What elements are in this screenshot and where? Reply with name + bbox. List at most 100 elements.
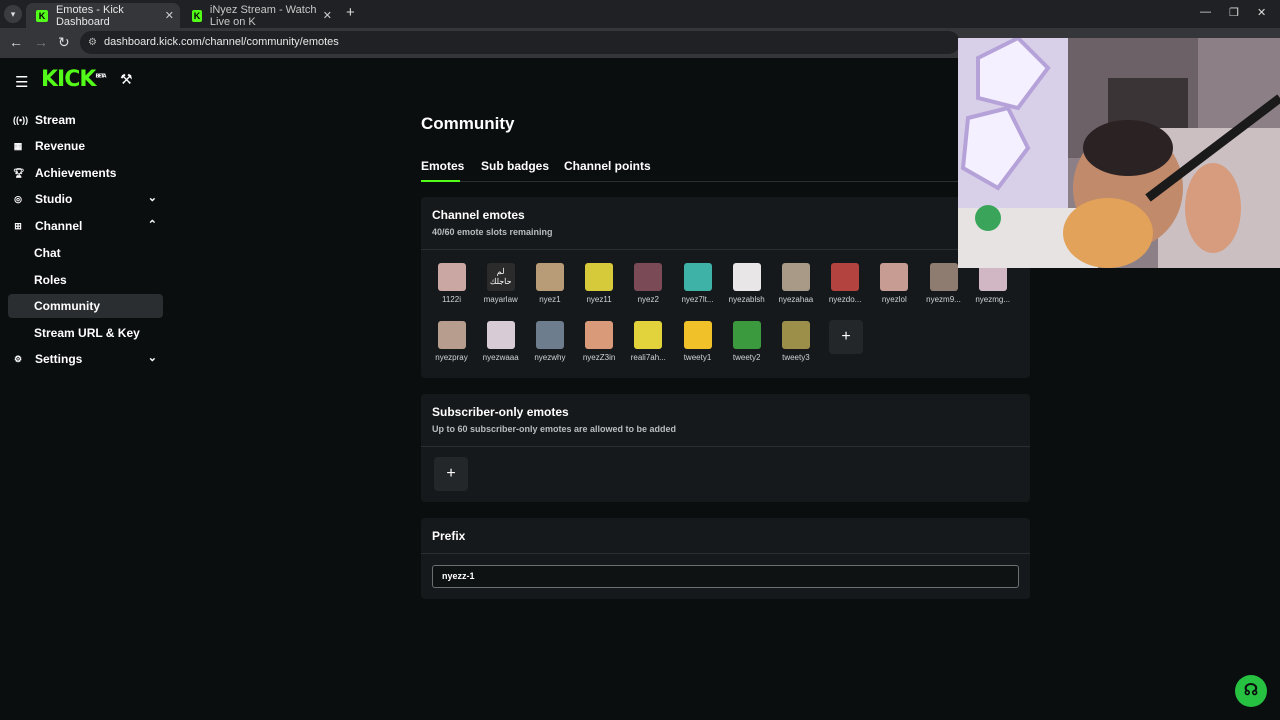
restore-icon[interactable]: ❐ (1229, 6, 1239, 19)
emote-name: tweety1 (683, 353, 712, 362)
emote-image (880, 263, 909, 291)
gear-icon: ⚙ (13, 353, 23, 364)
emote-item[interactable]: nyezdo... (823, 263, 868, 304)
sidebar-item-label: Chat (34, 246, 61, 260)
emote-item[interactable]: nyezablsh (724, 263, 769, 304)
emote-item[interactable]: nyezm9... (921, 263, 966, 304)
kick-favicon-icon: K (192, 9, 202, 22)
add-subscriber-emote-button[interactable]: + (434, 457, 468, 491)
tab-title: iNyez Stream - Watch Live on K (209, 3, 317, 28)
sidebar-item-label: Roles (34, 273, 67, 287)
emote-image (732, 321, 761, 349)
emote-item[interactable]: reali7ah... (626, 321, 671, 362)
emote-name: mayarlaw (483, 295, 518, 304)
emote-item[interactable]: nyezlol (872, 263, 917, 304)
sidebar-item-stream[interactable]: ((•)) Stream (8, 108, 163, 132)
back-icon[interactable]: ← (9, 34, 23, 50)
studio-icon: ◎ (14, 193, 22, 204)
emote-image (585, 321, 614, 349)
minimize-icon[interactable]: — (1200, 6, 1211, 18)
emote-image: لم حاجلك (486, 263, 515, 291)
sidebar-item-channel[interactable]: ⊞ Channel ⌃ (8, 214, 163, 238)
close-tab-icon[interactable]: ✕ (323, 9, 332, 22)
tab-emotes[interactable]: Emotes (421, 159, 464, 173)
reload-icon[interactable]: ↻ (58, 34, 70, 51)
url-field[interactable]: ⚙ dashboard.kick.com/channel/community/e… (80, 31, 960, 54)
browser-tab-inactive[interactable]: K iNyez Stream - Watch Live on K ✕ (182, 3, 338, 28)
emote-item[interactable]: nyez7lt... (675, 263, 720, 304)
emote-image (732, 263, 761, 291)
emote-image (585, 263, 614, 291)
emote-name: nyezpray (435, 353, 468, 362)
emote-item[interactable]: nyezmg... (970, 263, 1015, 304)
tab-sub-badges[interactable]: Sub badges (481, 159, 549, 173)
emote-image (683, 321, 712, 349)
sidebar-item-community[interactable]: Community (8, 294, 163, 318)
emote-item[interactable]: nyezZ3in (577, 321, 622, 362)
prefix-card: Prefix nyezz-1 (421, 518, 1030, 599)
sidebar-item-label: Revenue (35, 139, 86, 153)
emote-name: nyezwhy (534, 353, 566, 362)
chevron-up-icon[interactable]: ⌃ (148, 218, 157, 231)
emote-item[interactable]: tweety1 (675, 321, 720, 362)
kick-logo[interactable]: KICKBETA (41, 67, 107, 92)
sidebar-item-chat[interactable]: Chat (8, 241, 163, 265)
forward-icon[interactable]: → (34, 34, 48, 50)
emote-image (929, 263, 958, 291)
menu-icon[interactable]: ☰ (15, 73, 28, 91)
emote-name: nyezZ3in (582, 353, 616, 362)
emote-item[interactable]: nyezwaaa (478, 321, 523, 362)
tab-search-icon[interactable]: ▾ (4, 5, 22, 23)
emote-name: reali7ah... (630, 353, 666, 362)
url-text[interactable]: dashboard.kick.com/channel/community/emo… (104, 36, 339, 48)
sidebar-item-label: Stream URL & Key (34, 326, 140, 340)
chevron-down-icon[interactable]: ⌄ (148, 191, 157, 204)
sidebar-item-studio[interactable]: ◎ Studio ⌄ (8, 187, 163, 211)
close-window-icon[interactable]: ✕ (1257, 6, 1266, 19)
card-title: Subscriber-only emotes (432, 405, 569, 419)
emote-item[interactable]: tweety2 (724, 321, 769, 362)
emote-name: tweety3 (782, 353, 810, 362)
community-tabs: Emotes Sub badges Channel points (421, 158, 961, 182)
prefix-input[interactable]: nyezz-1 (432, 565, 1019, 588)
emote-name: nyez11 (586, 295, 612, 304)
add-emote-button[interactable]: + (829, 320, 863, 354)
emote-image (634, 263, 663, 291)
emote-name: nyezdo... (828, 295, 862, 304)
emote-name: tweety2 (732, 353, 761, 362)
emote-item[interactable]: 1122i (429, 263, 474, 304)
emote-item[interactable]: nyez2 (626, 263, 671, 304)
emote-name: nyezahaa (778, 295, 814, 304)
new-tab-icon[interactable]: + (346, 4, 355, 21)
emote-item[interactable]: tweety3 (773, 321, 818, 362)
emote-image (437, 263, 466, 291)
emote-name: nyezmg... (975, 295, 1011, 304)
emote-item[interactable]: nyezpray (429, 321, 474, 362)
plus-icon: + (841, 328, 851, 345)
subscriber-emotes-card: Subscriber-only emotes Up to 60 subscrib… (421, 394, 1030, 502)
sidebar-item-revenue[interactable]: ▦ Revenue (8, 134, 163, 158)
tab-channel-points[interactable]: Channel points (564, 159, 651, 173)
emote-item[interactable]: nyezwhy (527, 321, 572, 362)
help-chat-button[interactable]: ☊ (1235, 675, 1267, 707)
site-info-icon[interactable]: ⚙ (88, 37, 97, 48)
emote-name: nyez1 (539, 295, 561, 304)
sidebar-item-achievements[interactable]: 🏆︎ Achievements (8, 161, 163, 185)
close-tab-icon[interactable]: ✕ (165, 9, 174, 22)
plus-icon: + (446, 465, 456, 482)
emote-item[interactable]: nyez1 (527, 263, 572, 304)
sidebar-item-roles[interactable]: Roles (8, 268, 163, 292)
chevron-down-icon[interactable]: ⌄ (148, 351, 157, 364)
emote-item[interactable]: nyezahaa (773, 263, 818, 304)
browser-tab-active[interactable]: K Emotes - Kick Dashboard ✕ (26, 3, 180, 28)
pin-icon[interactable]: ⚒ (120, 71, 133, 88)
sidebar-item-settings[interactable]: ⚙ Settings ⌄ (8, 347, 163, 371)
emote-image (831, 263, 860, 291)
sidebar-item-label: Achievements (35, 166, 117, 180)
emote-image (486, 321, 515, 349)
divider (421, 249, 1030, 250)
sidebar-item-stream-url-key[interactable]: Stream URL & Key (8, 321, 163, 345)
emote-item[interactable]: nyez11 (577, 263, 622, 304)
emote-name: nyezablsh (728, 295, 765, 304)
emote-item[interactable]: لم حاجلك mayarlaw (478, 263, 523, 304)
